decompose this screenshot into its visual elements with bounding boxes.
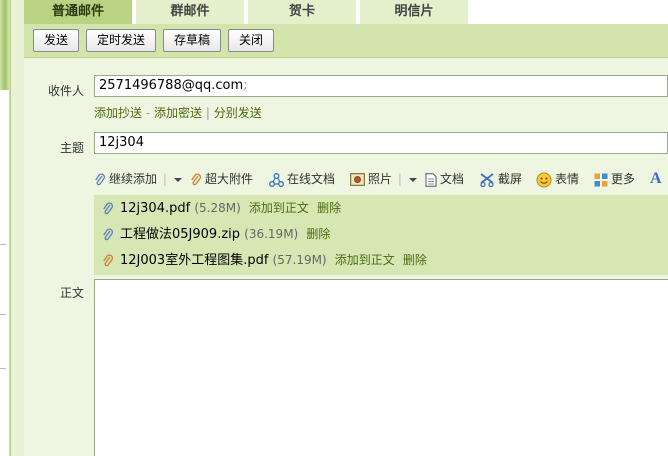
photo-label: 照片	[368, 172, 393, 186]
compose-panel: 普通邮件 群邮件 贺卡 明信片 发送 定时发送 存草稿 关闭 收件人 25714…	[24, 0, 668, 456]
recipient-input[interactable]: 2571496788@qq.com;	[94, 75, 668, 97]
delete-attachment-link[interactable]: 删除	[317, 201, 341, 215]
scheduled-send-button[interactable]: 定时发送	[86, 29, 156, 52]
attachment-size: (36.19M)	[244, 227, 299, 241]
online-doc-icon	[269, 172, 284, 187]
document-button[interactable]: 文档	[425, 168, 464, 190]
attachment-name: 工程做法05J909.zip	[120, 227, 241, 242]
sidebar-tick	[0, 314, 6, 315]
attachment-list: 12j304.pdf (5.28M) 添加到正文 删除 工程做法05J909.z…	[94, 195, 668, 275]
attachment-item: 12j304.pdf (5.28M) 添加到正文 删除	[102, 198, 341, 218]
bamboo-decoration	[0, 0, 10, 90]
font-format-icon[interactable]: A	[650, 168, 662, 190]
attachment-item: 12J003室外工程图集.pdf (57.19M) 添加到正文 删除	[102, 250, 427, 270]
attachment-name: 12J003室外工程图集.pdf	[120, 253, 269, 268]
chevron-down-icon[interactable]	[173, 176, 183, 184]
tab-greeting-card[interactable]: 贺卡	[248, 0, 358, 24]
subject-input[interactable]: 12j304	[94, 132, 668, 154]
paperclip-icon	[103, 227, 113, 240]
subject-value: 12j304	[99, 135, 144, 150]
smiley-icon	[536, 172, 552, 187]
subject-label: 主题	[59, 141, 84, 155]
dropdown-separator: |	[162, 172, 167, 186]
add-to-body-link[interactable]: 添加到正文	[335, 253, 395, 267]
continue-add-label: 继续添加	[109, 172, 158, 186]
separate-send-link[interactable]: 分别发送	[214, 106, 262, 120]
close-button[interactable]: 关闭	[228, 29, 274, 52]
scissors-icon	[480, 172, 494, 187]
screenshot-label: 截屏	[498, 172, 523, 186]
action-toolbar: 发送 定时发送 存草稿 关闭	[24, 24, 668, 58]
more-button[interactable]: 更多	[594, 168, 635, 190]
chevron-down-icon[interactable]	[408, 176, 418, 184]
body-label: 正文	[59, 286, 84, 300]
paperclip-orange-icon	[191, 172, 201, 185]
paperclip-icon	[103, 201, 113, 214]
link-dash: -	[145, 106, 151, 120]
body-editor[interactable]	[94, 279, 668, 456]
attachment-size: (57.19M)	[272, 253, 327, 267]
paperclip-orange-icon	[103, 253, 113, 266]
delete-attachment-link[interactable]: 删除	[306, 227, 330, 241]
left-sidebar-strip	[0, 0, 24, 456]
sidebar-edge	[10, 0, 24, 456]
send-button[interactable]: 发送	[33, 29, 79, 52]
recipient-label: 收件人	[47, 84, 84, 98]
paperclip-icon	[95, 172, 105, 185]
continue-add-button[interactable]: 继续添加 |	[94, 168, 186, 190]
emoji-label: 表情	[555, 172, 580, 186]
compose-tabs: 普通邮件 群邮件 贺卡 明信片	[24, 0, 668, 24]
emoji-button[interactable]: 表情	[536, 168, 579, 190]
attachment-name: 12j304.pdf	[120, 201, 191, 216]
recipient-separator: ;	[243, 78, 248, 93]
document-icon	[425, 172, 437, 187]
add-cc-link[interactable]: 添加抄送	[94, 106, 142, 120]
large-attachment-label: 超大附件	[205, 172, 254, 186]
add-to-body-link[interactable]: 添加到正文	[249, 201, 309, 215]
link-divider: |	[205, 106, 210, 120]
cc-links: 添加抄送 - 添加密送 | 分别发送	[94, 104, 262, 121]
tab-postcard[interactable]: 明信片	[360, 0, 470, 24]
document-label: 文档	[440, 172, 465, 186]
sidebar-tick	[0, 368, 6, 369]
attachment-size: (5.28M)	[194, 201, 241, 215]
add-bcc-link[interactable]: 添加密送	[154, 106, 202, 120]
photo-icon	[350, 173, 365, 186]
dropdown-separator: |	[397, 172, 402, 186]
tab-group-mail[interactable]: 群邮件	[136, 0, 246, 24]
more-label: 更多	[611, 172, 636, 186]
photo-button[interactable]: 照片 |	[350, 168, 421, 190]
save-draft-button[interactable]: 存草稿	[163, 29, 221, 52]
online-doc-button[interactable]: 在线文档	[269, 168, 335, 190]
recipient-address[interactable]: 2571496788@qq.com	[99, 78, 243, 93]
delete-attachment-link[interactable]: 删除	[403, 253, 427, 267]
sidebar-tick	[0, 244, 6, 245]
sidebar-panel	[0, 90, 10, 456]
tab-normal-mail[interactable]: 普通邮件	[24, 0, 134, 24]
online-doc-label: 在线文档	[287, 172, 336, 186]
grid-icon	[594, 173, 608, 186]
large-attachment-button[interactable]: 超大附件	[190, 168, 253, 190]
screenshot-button[interactable]: 截屏	[480, 168, 522, 190]
attachment-item: 工程做法05J909.zip (36.19M) 删除	[102, 224, 330, 244]
